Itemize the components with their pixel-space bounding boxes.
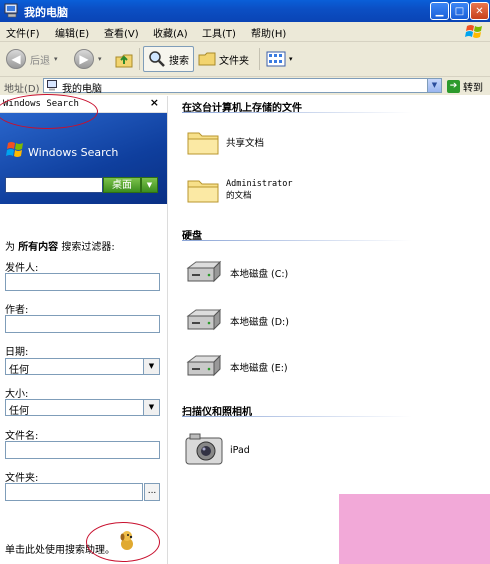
author-input[interactable] <box>5 315 160 333</box>
sender-label: 发件人: <box>5 263 39 274</box>
folder-browse-button[interactable]: ... <box>144 483 160 501</box>
drive-item-c[interactable]: 本地磁盘 (C:) <box>184 260 288 286</box>
hard-drive-icon <box>186 354 222 377</box>
search-pane-close-button[interactable]: × <box>150 96 159 109</box>
forward-dropdown-icon: ▾ <box>98 55 102 63</box>
window-title: 我的电脑 <box>24 6 68 19</box>
search-pane: Windows Search × Windows Search 桌面 ▼ 为 所… <box>0 94 168 564</box>
search-label: 搜索 <box>169 55 189 67</box>
drive-item-e[interactable]: 本地磁盘 (E:) <box>184 354 288 380</box>
drive-label: 本地磁盘 (C:) <box>230 269 289 280</box>
filename-input[interactable] <box>5 441 160 459</box>
filter-suffix: 搜索过滤器: <box>61 242 115 253</box>
drive-label: 本地磁盘 (E:) <box>230 363 288 374</box>
menu-view[interactable]: 查看(V) <box>104 25 139 40</box>
filter-title: 为 所有内容 搜索过滤器: <box>5 238 115 253</box>
windows-flag-icon <box>6 142 23 157</box>
drive-label: 本地磁盘 (D:) <box>230 317 289 328</box>
go-button[interactable]: ➔ 转到 <box>447 79 483 94</box>
folder-icon <box>187 180 219 203</box>
menu-tools[interactable]: 工具(T) <box>202 25 236 40</box>
title-bar: 我的电脑 ▁ □ ✕ <box>0 0 490 22</box>
up-folder-icon <box>115 54 133 68</box>
folder-item-admin-docs[interactable]: Administrator 的文档 <box>186 176 298 204</box>
folders-icon <box>198 52 216 66</box>
address-dropdown-icon[interactable]: ▼ <box>427 79 441 92</box>
back-button[interactable]: ◀ 后退 ▾ <box>6 46 58 72</box>
forward-button[interactable]: ▶ ▾ <box>74 46 102 72</box>
author-label: 作者: <box>5 305 29 316</box>
views-dropdown-icon: ▾ <box>289 55 293 63</box>
folders-label: 文件夹 <box>219 55 249 67</box>
close-button[interactable]: ✕ <box>470 2 489 20</box>
folder-input[interactable] <box>5 483 143 501</box>
annotation-circle-title <box>0 94 98 129</box>
folder-icon <box>187 132 219 155</box>
hard-drive-icon <box>186 308 222 331</box>
folder-label: 文件夹: <box>5 473 39 484</box>
minimize-button[interactable]: ▁ <box>430 2 449 20</box>
search-scope-button[interactable]: 桌面 <box>103 177 141 193</box>
address-bar: 地址(D) 我的电脑 ▼ ➔ 转到 <box>0 77 490 95</box>
address-value: 我的电脑 <box>62 84 102 95</box>
size-label: 大小: <box>5 389 29 400</box>
search-query-input[interactable] <box>5 177 103 193</box>
search-scope-dropdown-icon[interactable]: ▼ <box>141 177 158 193</box>
views-grid-icon <box>266 51 286 67</box>
hard-drive-icon <box>186 260 222 283</box>
menu-edit[interactable]: 编辑(E) <box>55 25 89 40</box>
back-label: 后退 <box>30 55 50 67</box>
drive-item-d[interactable]: 本地磁盘 (D:) <box>184 308 289 334</box>
menu-bar: 文件(F) 编辑(E) 查看(V) 收藏(A) 工具(T) 帮助(H) <box>0 22 490 42</box>
filter-scope: 所有内容 <box>18 242 59 253</box>
filename-label: 文件名: <box>5 431 39 442</box>
filter-prefix: 为 <box>5 242 15 253</box>
date-label: 日期: <box>5 347 29 358</box>
sender-input[interactable] <box>5 273 160 291</box>
date-select[interactable]: 任何 ▼ <box>5 358 160 376</box>
section-divider <box>182 112 412 113</box>
search-magnifier-icon <box>149 51 165 67</box>
device-label: iPad <box>230 444 250 456</box>
section-divider <box>182 416 412 417</box>
up-folder-button[interactable] <box>114 46 134 72</box>
section-divider <box>182 240 412 241</box>
search-button[interactable]: 搜索 <box>143 46 194 72</box>
go-label: 转到 <box>463 83 483 94</box>
menu-help[interactable]: 帮助(H) <box>251 25 286 40</box>
camera-icon <box>185 433 223 465</box>
menu-favorites[interactable]: 收藏(A) <box>153 25 188 40</box>
views-button[interactable]: ▾ <box>266 46 293 72</box>
go-arrow-icon: ➔ <box>447 80 460 93</box>
forward-arrow-icon: ▶ <box>74 49 94 69</box>
my-computer-small-icon <box>47 80 57 91</box>
toolbar-separator <box>139 48 140 70</box>
back-dropdown-icon: ▾ <box>54 55 58 63</box>
date-dropdown-icon: ▼ <box>143 359 159 374</box>
size-dropdown-icon: ▼ <box>143 400 159 415</box>
size-select[interactable]: 任何 ▼ <box>5 399 160 417</box>
folders-button[interactable]: 文件夹 <box>198 46 249 72</box>
toolbar-separator <box>259 48 260 70</box>
back-arrow-icon: ◀ <box>6 49 26 69</box>
address-label: 地址(D) <box>4 84 40 95</box>
my-computer-icon <box>4 3 18 18</box>
folder-label: Administrator 的文档 <box>226 179 293 201</box>
size-select-value: 任何 <box>9 406 29 417</box>
annotation-circle-assistant <box>86 522 160 562</box>
windows-search-brand: Windows Search <box>28 146 119 159</box>
maximize-button[interactable]: □ <box>450 2 469 20</box>
date-select-value: 任何 <box>9 365 29 376</box>
folder-label: 共享文档 <box>226 138 265 149</box>
menu-file[interactable]: 文件(F) <box>6 25 40 40</box>
windows-logo-icon <box>465 25 482 38</box>
overlay-block <box>339 494 490 564</box>
folder-item-shared-docs[interactable]: 共享文档 <box>186 128 264 156</box>
toolbar: ◀ 后退 ▾ ▶ ▾ 搜索 文件夹 ▾ <box>0 42 490 77</box>
device-item-ipad[interactable]: iPad <box>184 432 250 468</box>
address-input[interactable]: 我的电脑 ▼ <box>43 78 442 95</box>
